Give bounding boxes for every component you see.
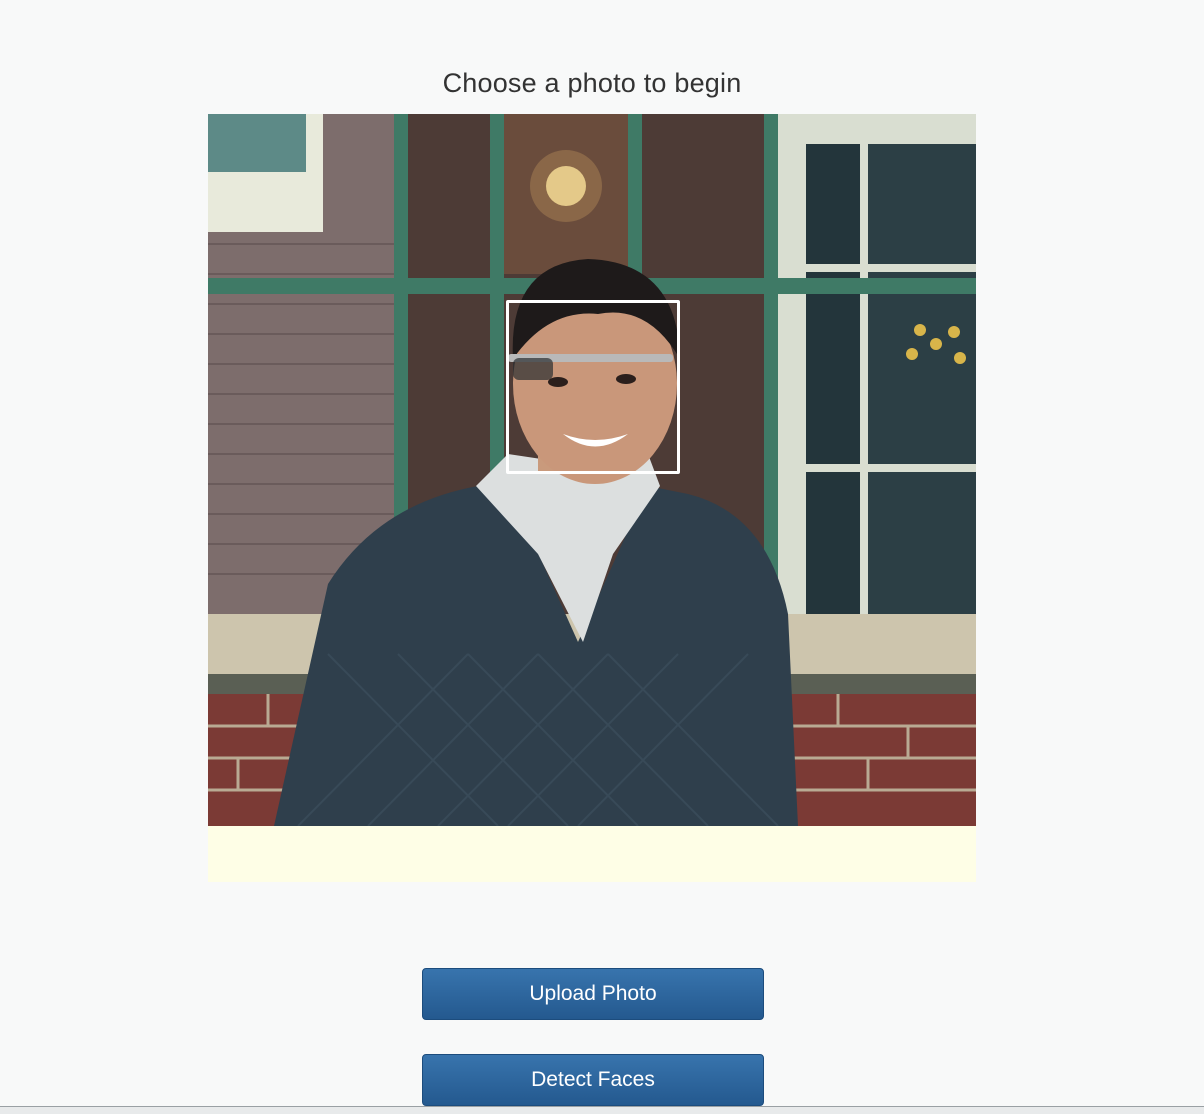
page: Choose a photo to begin Upload Photo Det… — [0, 0, 1204, 1114]
window-bottom-edge — [0, 1107, 1204, 1114]
upload-photo-button[interactable]: Upload Photo — [422, 968, 764, 1020]
photo-preview — [208, 114, 976, 882]
page-title: Choose a photo to begin — [442, 68, 742, 98]
detect-faces-button[interactable]: Detect Faces — [422, 1054, 764, 1106]
face-detection-box — [506, 300, 680, 474]
portrait-photo — [208, 114, 976, 826]
